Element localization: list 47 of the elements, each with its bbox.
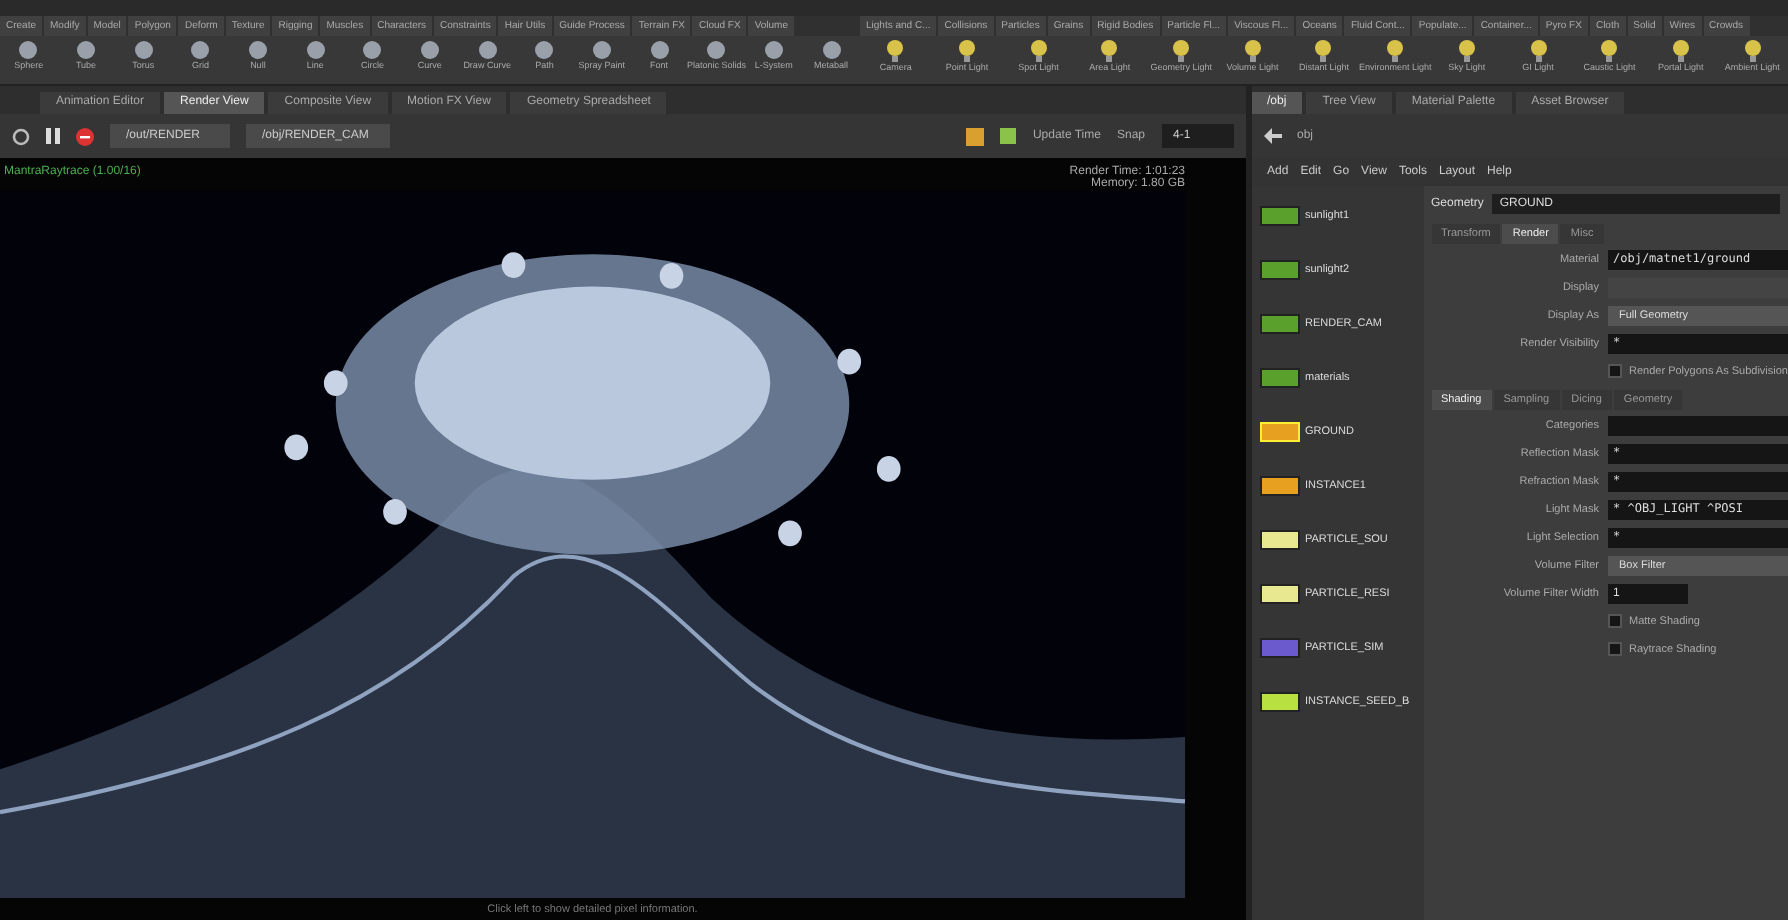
bulb-icon: [958, 40, 977, 62]
network-node[interactable]: [1259, 584, 1299, 604]
bulb-icon: [1100, 40, 1119, 62]
shape-icon: [305, 40, 326, 60]
shape-icon: [706, 40, 727, 60]
pause-icon[interactable]: [46, 128, 60, 144]
toggle-icon[interactable]: [1000, 128, 1017, 144]
shape-icon: [649, 40, 670, 60]
refresh-icon[interactable]: [12, 127, 30, 145]
checkbox[interactable]: [1607, 642, 1621, 656]
snapshot-icon[interactable]: [966, 127, 985, 145]
bulb-icon: [1529, 40, 1548, 62]
shape-icon: [362, 40, 383, 60]
bulb-icon: [1671, 40, 1690, 62]
shape-icon: [190, 40, 211, 60]
back-arrow-icon[interactable]: [1263, 128, 1281, 144]
shape-icon: [247, 40, 268, 60]
network-node[interactable]: [1259, 314, 1299, 334]
network-node[interactable]: [1259, 206, 1299, 226]
shape-icon: [18, 40, 39, 60]
shape-icon: [419, 40, 440, 60]
shape-icon: [133, 40, 154, 60]
bulb-icon: [1314, 40, 1333, 62]
shape-icon: [75, 40, 96, 60]
checkbox[interactable]: [1607, 614, 1621, 628]
network-node[interactable]: [1259, 530, 1299, 550]
network-node[interactable]: [1259, 638, 1299, 658]
stop-icon[interactable]: [76, 127, 94, 145]
shape-icon: [534, 40, 555, 60]
bulb-icon: [1029, 40, 1048, 62]
network-node[interactable]: [1259, 368, 1299, 388]
shape-icon: [763, 40, 784, 60]
bulb-icon: [1743, 40, 1762, 62]
network-node[interactable]: [1259, 476, 1299, 496]
text-field[interactable]: [1607, 415, 1788, 435]
bulb-icon: [1243, 40, 1262, 62]
shape-icon: [477, 40, 498, 60]
shape-icon: [821, 40, 842, 60]
shape-icon: [591, 40, 612, 60]
checkbox[interactable]: [1607, 364, 1621, 378]
bulb-icon: [1172, 40, 1191, 62]
bulb-icon: [1386, 40, 1405, 62]
bulb-icon: [1600, 40, 1619, 62]
network-node[interactable]: [1259, 692, 1299, 712]
bulb-icon: [1457, 40, 1476, 62]
bulb-icon: [886, 40, 905, 62]
network-node[interactable]: [1259, 260, 1299, 280]
